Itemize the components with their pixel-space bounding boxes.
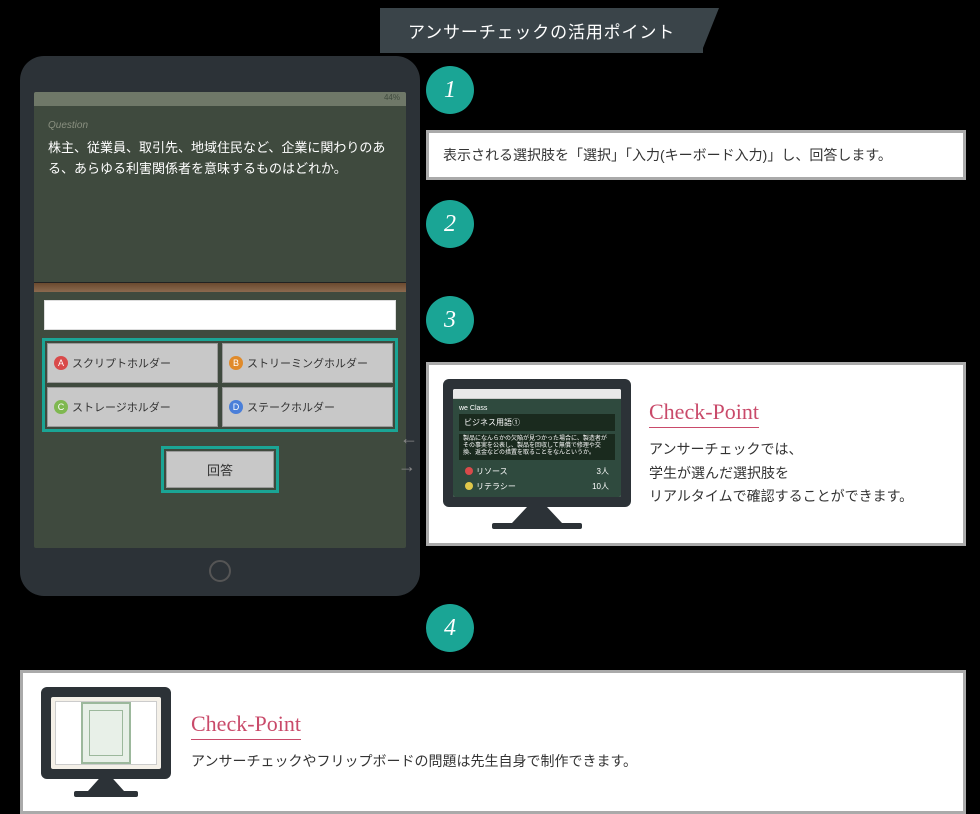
arrow-right-icon: → <box>398 456 416 477</box>
checkpoint-label: Check-Point <box>649 399 759 428</box>
choice-c[interactable]: C ストレージホルダー <box>47 387 218 427</box>
choices-grid: A スクリプトホルダー B ストリーミングホルダー C ストレージホルダー D ステーク… <box>47 343 393 427</box>
authoring-window <box>55 701 157 765</box>
tablet-screen: 44% Question 株主、従業員、取引先、地域住民など、企業に関わりのある… <box>34 92 406 548</box>
step-1-badge: 1 <box>426 66 474 114</box>
choice-badge-d: D <box>229 400 243 414</box>
choice-a-text: スクリプトホルダー <box>72 355 171 371</box>
section-header: アンサーチェックの活用ポイント <box>380 8 703 53</box>
choice-c-text: ストレージホルダー <box>72 399 171 415</box>
monitor-teacher-view: we Class ビジネス用語① 製品になんらかの欠陥が見つかった場合に、製造者… <box>443 379 631 529</box>
result-row-1: リソース3人 <box>459 464 615 479</box>
choice-badge-a: A <box>54 356 68 370</box>
tablet-device: 44% Question 株主、従業員、取引先、地域住民など、企業に関わりのある… <box>20 56 420 596</box>
checkpoint-label: Check-Point <box>191 711 301 740</box>
question-area: Question 株主、従業員、取引先、地域住民など、企業に関わりのある、あらゆ… <box>34 106 406 282</box>
document-icon <box>81 702 131 764</box>
step-2-badge: 2 <box>426 200 474 248</box>
dot-icon <box>465 482 473 490</box>
choice-badge-b: B <box>229 356 243 370</box>
step-3-body: アンサーチェックでは、 学生が選んだ選択肢を リアルタイムで確認することができま… <box>649 438 949 509</box>
choices-highlight: A スクリプトホルダー B ストリーミングホルダー C ストレージホルダー D ステーク… <box>42 338 398 432</box>
choice-badge-c: C <box>54 400 68 414</box>
board-rail <box>34 282 406 292</box>
step-3-badge: 3 <box>426 296 474 344</box>
choice-b-text: ストリーミングホルダー <box>247 355 368 371</box>
step-1-description: 表示される選択肢を「選択」「入力(キーボード入力)」し、回答します。 <box>426 130 966 180</box>
step-3-panel: we Class ビジネス用語① 製品になんらかの欠陥が見つかった場合に、製造者… <box>426 362 966 546</box>
question-text: 株主、従業員、取引先、地域住民など、企業に関わりのある、あらゆる利害関係者を意味… <box>48 138 392 180</box>
answer-button-highlight: 回答 <box>161 446 279 493</box>
choice-a[interactable]: A スクリプトホルダー <box>47 343 218 383</box>
step-4-body: アンサーチェックやフリップボードの問題は先生自身で制作できます。 <box>191 750 945 774</box>
app-brand: Question <box>48 118 392 134</box>
monitor-authoring-view <box>41 687 171 797</box>
monitor-quiz-desc: 製品になんらかの欠陥が見つかった場合に、製造者がその事実を公表し、製品を回収して… <box>459 434 615 460</box>
choice-d[interactable]: D ステークホルダー <box>222 387 393 427</box>
answer-input[interactable] <box>44 300 396 330</box>
status-bar: 44% <box>34 92 406 106</box>
answer-button[interactable]: 回答 <box>166 451 274 488</box>
monitor-quiz-title: ビジネス用語① <box>459 414 615 431</box>
home-button[interactable] <box>209 560 231 582</box>
result-row-2: リテラシー10人 <box>459 479 615 494</box>
arrow-left-icon: ← <box>400 428 418 449</box>
choice-d-text: ステークホルダー <box>247 399 335 415</box>
step-4-panel: Check-Point アンサーチェックやフリップボードの問題は先生自身で制作で… <box>20 670 966 814</box>
monitor-app-name: we Class <box>459 405 615 412</box>
choice-b[interactable]: B ストリーミングホルダー <box>222 343 393 383</box>
header-title: アンサーチェックの活用ポイント <box>408 23 675 42</box>
result-row-3: リコール11人 <box>459 494 615 497</box>
dot-icon <box>465 467 473 475</box>
step-1-text: 表示される選択肢を「選択」「入力(キーボード入力)」し、回答します。 <box>443 147 892 163</box>
browser-tabs <box>453 389 621 399</box>
step-4-badge: 4 <box>426 604 474 652</box>
